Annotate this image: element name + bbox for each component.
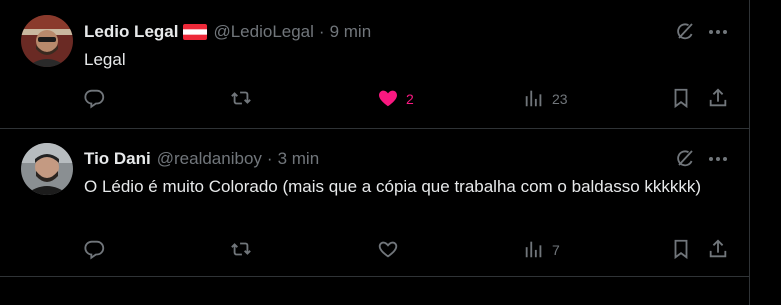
retweet-button[interactable] — [230, 87, 259, 111]
author-handle[interactable]: @LedioLegal — [213, 22, 313, 42]
share-icon — [707, 238, 729, 263]
views-icon — [523, 238, 545, 263]
tweet-text: O Lédio é muito Colorado (mais que a cóp… — [84, 177, 702, 196]
views-icon — [523, 87, 545, 112]
like-button[interactable]: 2 — [377, 87, 414, 111]
heart-icon — [377, 87, 399, 112]
tweet[interactable]: Ledio Legal @LedioLegal · 9 min Legal 2 … — [0, 0, 750, 129]
retweet-button[interactable] — [230, 238, 259, 262]
reply-button[interactable] — [84, 238, 113, 262]
reply-button[interactable] — [84, 87, 113, 111]
grok-icon[interactable] — [674, 20, 696, 42]
bookmark-icon — [670, 87, 692, 112]
reply-icon — [84, 87, 106, 112]
share-button[interactable] — [707, 87, 729, 111]
views-button[interactable]: 23 — [523, 87, 568, 111]
retweet-icon — [230, 87, 252, 112]
tweet-actions: 2 23 — [0, 87, 750, 111]
author-name[interactable]: Tio Dani — [84, 149, 151, 169]
avatar[interactable] — [21, 143, 73, 195]
share-button[interactable] — [707, 238, 729, 262]
tweet-actions: 7 — [0, 238, 750, 262]
view-count: 7 — [552, 242, 560, 258]
austria-flag-icon — [183, 24, 208, 40]
timestamp[interactable]: 9 min — [330, 22, 372, 42]
separator-dot: · — [266, 149, 273, 168]
author-handle[interactable]: @realdaniboy — [157, 149, 262, 169]
view-count: 23 — [552, 91, 568, 107]
more-icon[interactable] — [707, 149, 729, 169]
views-button[interactable]: 7 — [523, 238, 560, 262]
separator-dot: · — [318, 22, 325, 41]
bookmark-button[interactable] — [670, 238, 692, 262]
tweet-header: Ledio Legal @LedioLegal · 9 min — [84, 22, 371, 42]
author-name[interactable]: Ledio Legal — [84, 22, 178, 42]
share-icon — [707, 87, 729, 112]
reply-icon — [84, 238, 106, 263]
bookmark-button[interactable] — [670, 87, 692, 111]
like-count: 2 — [406, 91, 414, 107]
retweet-icon — [230, 238, 252, 263]
bookmark-icon — [670, 238, 692, 263]
tweet-text: Legal — [84, 50, 126, 69]
heart-icon — [377, 238, 399, 263]
tweet-header: Tio Dani @realdaniboy · 3 min — [84, 149, 319, 169]
tweet[interactable]: Tio Dani @realdaniboy · 3 min O Lédio é … — [0, 130, 750, 277]
more-icon[interactable] — [707, 22, 729, 42]
timestamp[interactable]: 3 min — [278, 149, 320, 169]
avatar[interactable] — [21, 15, 73, 67]
like-button[interactable] — [377, 238, 406, 262]
grok-icon[interactable] — [674, 147, 696, 169]
